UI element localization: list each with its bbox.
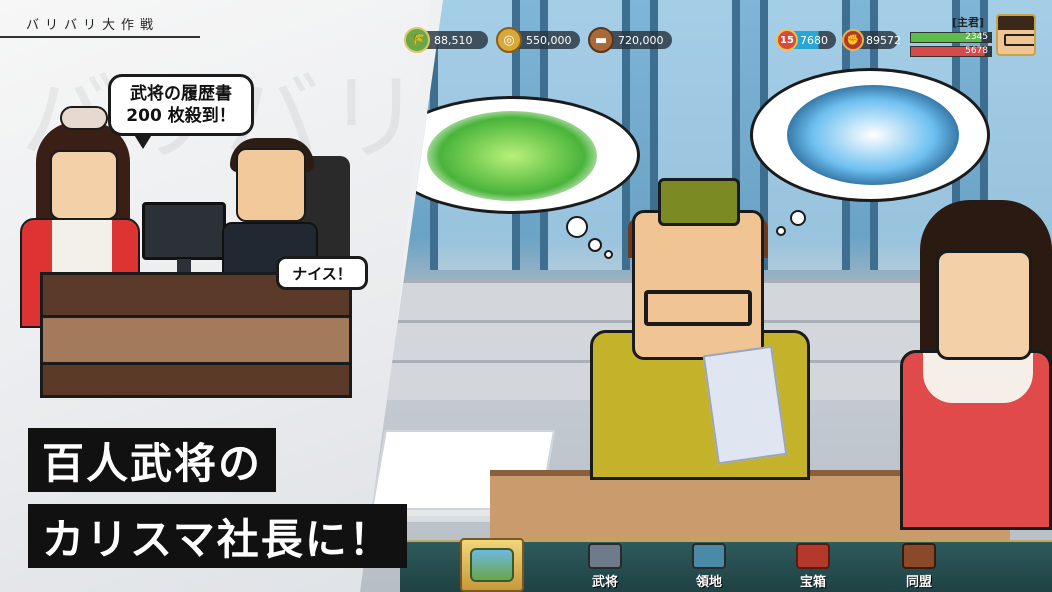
thought-dot bbox=[790, 210, 806, 226]
thought-dot bbox=[588, 238, 602, 252]
power-value: 89572 bbox=[866, 33, 901, 47]
brand-underline bbox=[0, 36, 200, 38]
power-display[interactable]: ✊ 89572 bbox=[842, 29, 901, 51]
thought-bubble-ninja bbox=[750, 68, 990, 202]
thought-dot bbox=[604, 250, 613, 259]
thought-dot bbox=[776, 226, 786, 236]
ninja-attack-scene bbox=[787, 85, 959, 185]
general-icon bbox=[588, 543, 622, 569]
lord-mp-bar: 5678 bbox=[910, 46, 992, 57]
power-fist-icon: ✊ bbox=[842, 29, 864, 51]
resource-gold[interactable]: ◎ 550,000 bbox=[496, 27, 580, 53]
nav-item-home-active[interactable] bbox=[460, 538, 524, 592]
resource-wood[interactable]: ▬ 720,000 bbox=[588, 27, 672, 53]
speech-bubble-nice: ナイス！ bbox=[276, 256, 368, 290]
secretary-character-face bbox=[936, 250, 1032, 360]
nav-label-alliance: 同盟 bbox=[905, 575, 932, 590]
secretary-character-body bbox=[900, 350, 1052, 530]
gold-coin-icon: ◎ bbox=[496, 27, 522, 53]
resource-food[interactable]: 🌾 88,510 bbox=[404, 27, 488, 53]
game-scene bbox=[360, 0, 1052, 592]
speech-reply-text: ナイス！ bbox=[292, 264, 352, 283]
general-character-hat bbox=[658, 178, 740, 226]
lady-character-face bbox=[50, 150, 118, 220]
resource-food-value: 88,510 bbox=[434, 33, 473, 47]
nav-item-territory[interactable]: 領地 bbox=[664, 542, 754, 592]
general-character-face bbox=[632, 210, 764, 360]
speech-line-1: 武将の履歴書 bbox=[130, 84, 232, 104]
lord-avatar[interactable] bbox=[996, 14, 1036, 56]
stamina-display[interactable]: 15 7680 bbox=[776, 29, 836, 51]
thought-dot bbox=[566, 216, 588, 238]
speech-bubble-resumes: 武将の履歴書 200 枚殺到！ bbox=[108, 74, 254, 149]
lord-hp-bar: 2345 bbox=[910, 32, 992, 43]
resume-sheet bbox=[702, 345, 788, 465]
lady-character-bow bbox=[60, 106, 108, 130]
ceo-character-face bbox=[236, 148, 306, 222]
thought-bubble-warrior bbox=[384, 96, 640, 214]
stamina-value: 7680 bbox=[800, 33, 828, 47]
nav-label-treasure: 宝箱 bbox=[799, 575, 826, 590]
resource-gold-value: 550,000 bbox=[526, 33, 572, 47]
stamina-level-badge: 15 bbox=[776, 29, 798, 51]
warrior-attack-scene bbox=[427, 111, 597, 201]
general-character-glasses bbox=[644, 290, 752, 326]
treasure-chest-icon bbox=[796, 543, 830, 569]
headline-line-2: カリスマ社長に！ bbox=[28, 504, 407, 568]
wood-log-icon: ▬ bbox=[588, 27, 614, 53]
nav-label-generals: 武将 bbox=[591, 575, 618, 590]
nav-item-alliance[interactable]: 同盟 bbox=[874, 542, 964, 592]
food-icon: 🌾 bbox=[404, 27, 430, 53]
headline-line-1: 百人武将の bbox=[28, 428, 277, 492]
office-desk bbox=[40, 272, 352, 398]
speech-line-2: 200 枚殺到！ bbox=[126, 106, 236, 126]
computer-monitor bbox=[142, 202, 226, 273]
nav-item-treasure[interactable]: 宝箱 bbox=[768, 542, 858, 592]
nav-item-generals[interactable]: 武将 bbox=[560, 542, 650, 592]
nav-label-territory: 領地 bbox=[695, 575, 722, 590]
resource-wood-value: 720,000 bbox=[618, 33, 664, 47]
lord-tag: [主君] bbox=[952, 16, 985, 29]
alliance-icon bbox=[902, 543, 936, 569]
castle-home-icon bbox=[470, 548, 514, 582]
brand-title: バリバリ大作戦 bbox=[26, 18, 160, 33]
territory-icon bbox=[692, 543, 726, 569]
